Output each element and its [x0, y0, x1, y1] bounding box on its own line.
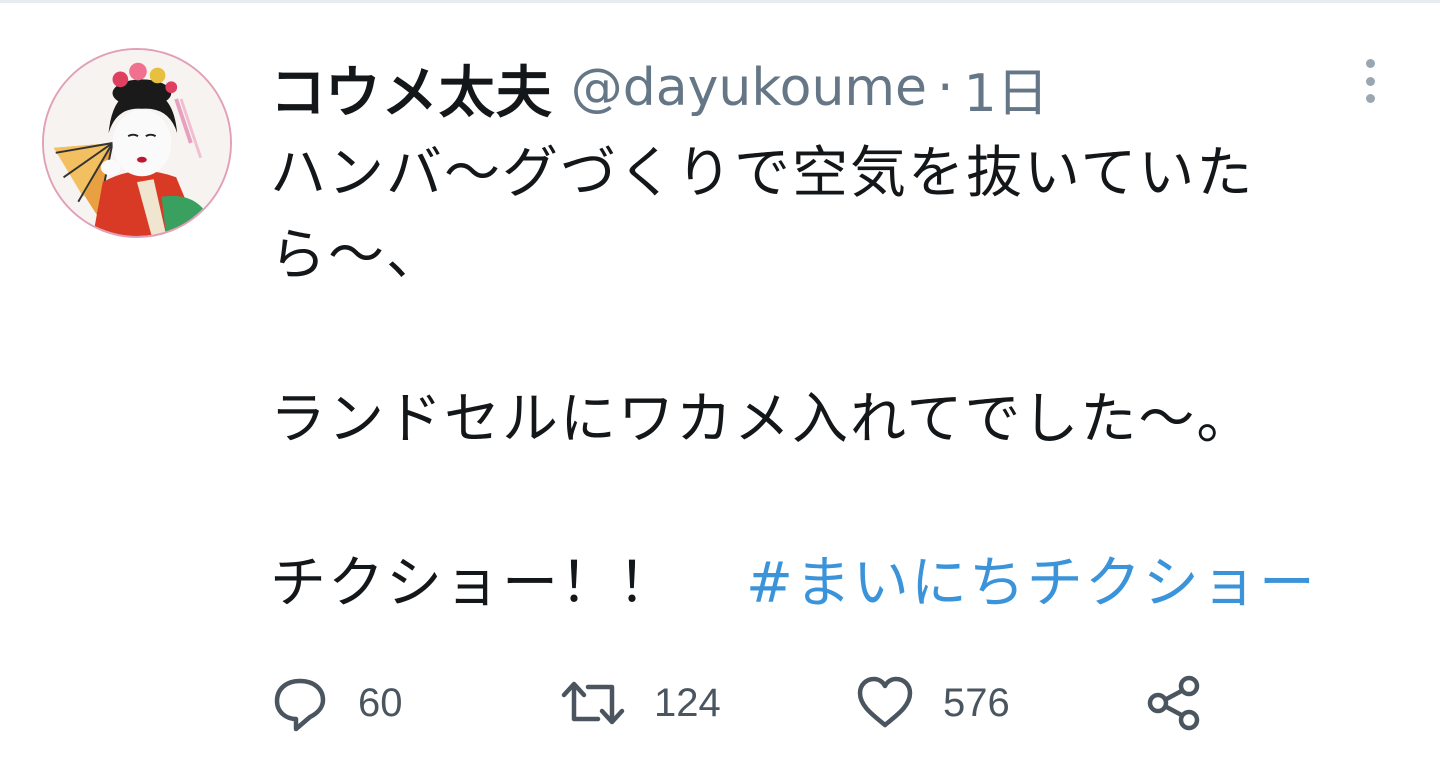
user-handle[interactable]: @dayukoume [571, 58, 927, 118]
separator-dot: · [937, 58, 954, 118]
tweet-text: ハンバ〜グづくりで空気を抜いていた ら〜、 ランドセルにワカメ入れてでした〜。 … [270, 133, 1410, 625]
tweet-text-line [270, 297, 1410, 379]
tweet-text-line: ランドセルにワカメ入れてでした〜。 [270, 387, 1255, 452]
retweet-button[interactable]: 124 [560, 671, 721, 735]
reply-icon [274, 678, 326, 732]
heart-icon [857, 676, 913, 728]
hashtag-link[interactable]: #まいにちチクショー [746, 551, 1317, 616]
tweet-text-line: ら〜、 [270, 223, 444, 288]
reply-button[interactable]: 60 [270, 671, 403, 735]
tweet-text-line: チクショー！！ [270, 551, 676, 616]
tweet-text-line: ハンバ〜グづくりで空気を抜いていた [270, 141, 1255, 206]
like-count: 576 [943, 680, 1010, 725]
reply-count: 60 [358, 680, 403, 725]
display-name[interactable]: コウメ太夫 [270, 48, 553, 129]
retweet-count: 124 [654, 680, 721, 725]
like-button[interactable]: 576 [855, 671, 1010, 735]
action-bar: 60 124 576 [270, 671, 1270, 735]
avatar-photo [44, 50, 230, 236]
share-button[interactable] [1145, 671, 1205, 735]
avatar[interactable] [42, 48, 232, 238]
retweet-icon [561, 681, 625, 725]
tweet-text-line [270, 461, 1410, 543]
share-icon [1147, 675, 1200, 731]
tweet-text-last-line: チクショー！！ #まいにちチクショー [270, 543, 1410, 625]
more-vertical-icon[interactable] [1352, 59, 1388, 103]
tweet-card[interactable]: コウメ太夫 @dayukoume · 1日 ハンバ〜グづくりで空気を抜いていた … [0, 0, 1440, 772]
timestamp[interactable]: 1日 [964, 51, 1049, 126]
tweet-header: コウメ太夫 @dayukoume · 1日 [270, 51, 1049, 126]
